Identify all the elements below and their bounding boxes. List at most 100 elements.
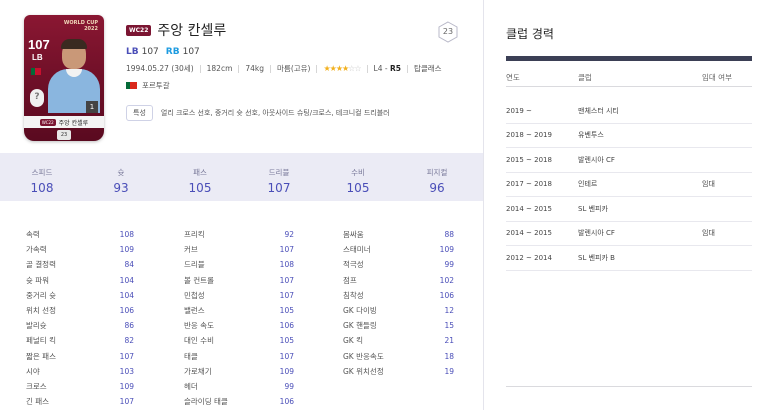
career-row: 2018 ~ 2019 유벤투스: [506, 124, 752, 148]
level-value: 23: [442, 27, 454, 36]
career-title-rule: [506, 56, 752, 61]
trait-label: 특성: [126, 105, 153, 121]
career-year: 2019 ~: [506, 106, 532, 115]
stat-value: 19: [444, 366, 454, 376]
career-table-header: 연도 클럽 임대 여부: [506, 69, 752, 87]
stat-label: 시야: [26, 366, 40, 376]
stat-value: 92: [284, 230, 294, 240]
stat-value: 104: [119, 290, 134, 300]
career-year: 2012 ~ 2014: [506, 253, 552, 262]
stat-row: 속력 108: [26, 227, 134, 242]
career-row: 2014 ~ 2015 SL 벤피카: [506, 197, 752, 222]
stat-row: 밸런스 105: [184, 303, 294, 318]
stat-row: GK 다이빙 12: [343, 303, 454, 318]
stat-label: 민첩성: [184, 290, 205, 300]
career-year: 2017 ~ 2018: [506, 180, 552, 189]
career-title: 클럽 경력: [506, 27, 554, 41]
stat-value: 107: [279, 245, 294, 255]
stat-row: 적극성 99: [343, 257, 454, 272]
stat-label: 드리블: [184, 260, 205, 270]
stat-label: 커브: [184, 245, 198, 255]
player-name: 주앙 칸셀루: [157, 23, 227, 39]
stat-label: 슬라이딩 태클: [184, 397, 228, 407]
stat-label: 태클: [184, 351, 198, 361]
stat-row: GK 반응속도 18: [343, 349, 454, 364]
stat-label: 짧은 패스: [26, 351, 56, 361]
stat-row: 대인 수비 105: [184, 333, 294, 348]
career-year: 2014 ~ 2015: [506, 204, 552, 213]
stat-value: 84: [124, 260, 134, 270]
club-career-panel: 클럽 경력 연도 클럽 임대 여부 2019 ~ 맨체스터 시티 2018 ~ 20…: [483, 0, 773, 410]
stat-value: 106: [279, 321, 294, 331]
stats-column-2: 프리킥 92 커브 107 드리블 108 볼 컨트롤 107 민첩성 107 밸런스 105 반응 속…: [184, 227, 294, 409]
stat-row: 중거리 슛 104: [26, 288, 134, 303]
stat-label: 골 결정력: [26, 260, 56, 270]
career-table-body: 2019 ~ 맨체스터 시티 2018 ~ 2019 유벤투스 2015 ~ 2018 발…: [506, 99, 752, 271]
stat-label: 대인 수비: [184, 336, 214, 346]
position-ratings: LB 107 RB 107: [126, 47, 466, 57]
stat-row: 침착성 106: [343, 288, 454, 303]
stat-value: 105: [279, 306, 294, 316]
summary-shooting: 슛 93: [113, 168, 129, 195]
stat-value: 103: [119, 366, 134, 376]
nation-name: 포르투갈: [142, 81, 170, 90]
career-table-end: [506, 386, 752, 387]
stat-label: 중거리 슛: [26, 290, 56, 300]
stat-value: 107: [119, 397, 134, 407]
stats-column-3: 몸싸움 88 스태미너 109 적극성 99 점프 102 침착성 106 GK 다이빙 12 GK 핸…: [343, 227, 454, 379]
stat-label: GK 킥: [343, 336, 364, 346]
career-row: 2014 ~ 2015 발렌시아 CF 임대: [506, 222, 752, 246]
card-rank-badge: ?: [30, 89, 44, 107]
stat-row: 크로스 109: [26, 379, 134, 394]
player-info: WC22 주앙 칸셀루 LB 107 RB 107 1994.05.27 (30…: [126, 21, 466, 121]
stat-label: 프리킥: [184, 230, 205, 240]
stat-row: 골 결정력 84: [26, 257, 134, 272]
season-badge: WC22: [126, 24, 152, 36]
header-club: 클럽: [578, 73, 592, 82]
stat-label: GK 반응속도: [343, 351, 384, 361]
position-label: RB: [165, 47, 180, 57]
stat-value: 109: [279, 366, 294, 376]
stat-label: 페널티 킥: [26, 336, 56, 346]
stat-value: 88: [444, 230, 454, 240]
summary-speed: 스피드 108: [30, 168, 54, 195]
stat-label: 긴 패스: [26, 397, 50, 407]
stat-label: 위치 선정: [26, 306, 56, 316]
stat-row: 헤더 99: [184, 379, 294, 394]
stat-row: 점프 102: [343, 273, 454, 288]
career-loan: 임대: [702, 180, 715, 189]
weight: 74kg: [245, 64, 265, 73]
stat-row: 슬라이딩 태클 106: [184, 394, 294, 409]
portugal-flag-icon: [126, 82, 137, 89]
player-detail-panel: WORLD CUP 2022 107 LB ? 1 WC22 주앙 칸셀루 23…: [0, 0, 483, 410]
summary-physical: 피지컬 96: [426, 168, 448, 195]
stat-row: GK 핸들링 15: [343, 318, 454, 333]
stat-value: 109: [439, 245, 454, 255]
height: 182cm: [206, 64, 233, 73]
trait-list: 얼리 크로스 선호, 중거리 슛 선호, 아웃사이드 슈팅/크로스, 테크니컬 …: [160, 109, 390, 117]
stat-row: 드리블 108: [184, 257, 294, 272]
career-club: 발렌시아 CF: [578, 155, 615, 164]
career-row: 2017 ~ 2018 인테르 임대: [506, 173, 752, 197]
stat-row: 위치 선정 106: [26, 303, 134, 318]
career-loan: 임대: [702, 229, 715, 238]
stat-row: 프리킥 92: [184, 227, 294, 242]
stat-label: 반응 속도: [184, 321, 214, 331]
stat-label: 침착성: [343, 290, 364, 300]
career-row: 2015 ~ 2018 발렌시아 CF: [506, 148, 752, 173]
stat-label: 점프: [343, 275, 357, 285]
career-year: 2018 ~ 2019: [506, 131, 552, 140]
header-loan: 임대 여부: [702, 73, 732, 82]
stat-summary: 스피드 108 슛 93 패스 105 드리블 107 수비 105 피지컬 9…: [0, 153, 483, 201]
stat-label: 헤더: [184, 381, 198, 391]
stat-row: 몸싸움 88: [343, 227, 454, 242]
stat-label: GK 위치선정: [343, 366, 384, 376]
stat-row: 페널티 킥 82: [26, 333, 134, 348]
stat-label: 발리슛: [26, 321, 47, 331]
stat-value: 21: [444, 336, 454, 346]
stat-value: 107: [279, 275, 294, 285]
stat-row: 시야 103: [26, 364, 134, 379]
stat-value: 107: [119, 351, 134, 361]
stat-row: 긴 패스 107: [26, 394, 134, 409]
stat-value: 99: [444, 260, 454, 270]
